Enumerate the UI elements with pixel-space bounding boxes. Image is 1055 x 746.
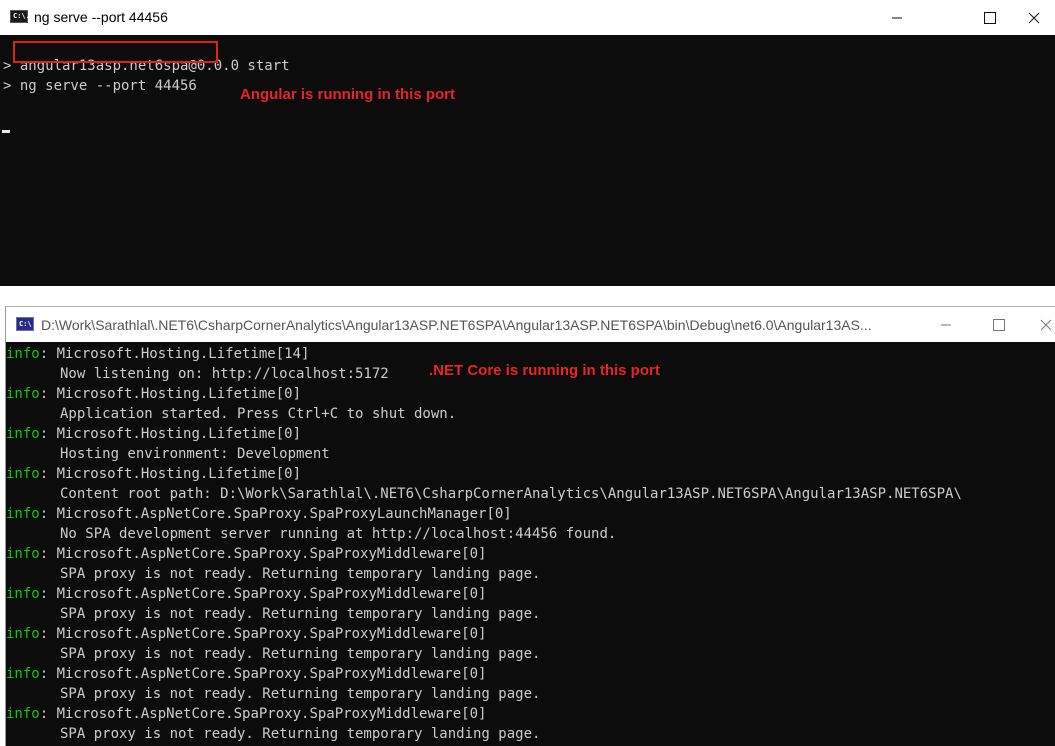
dotnet-icon-text: C:\ [19, 320, 32, 328]
log-separator: : [39, 466, 57, 482]
log-level: info [6, 586, 40, 602]
log-separator: : [39, 586, 57, 602]
maximize-icon [984, 11, 996, 24]
log-separator: : [39, 426, 57, 442]
log-source: Microsoft.AspNetCore.SpaProxy.SpaProxyMi… [56, 626, 487, 642]
log-entry-header: info: Microsoft.Hosting.Lifetime[0] [6, 424, 301, 444]
window-title: ng serve --port 44456 [34, 9, 168, 25]
log-source: Microsoft.Hosting.Lifetime[0] [56, 386, 302, 402]
log-entry-header: info: Microsoft.AspNetCore.SpaProxy.SpaP… [6, 664, 486, 684]
minimize-icon [941, 324, 951, 325]
log-entry-header: info: Microsoft.AspNetCore.SpaProxy.SpaP… [6, 624, 486, 644]
log-separator: : [39, 546, 57, 562]
terminal-cursor [2, 130, 10, 133]
log-level: info [6, 706, 40, 722]
log-message: Hosting environment: Development [60, 446, 330, 462]
log-message: No SPA development server running at htt… [60, 526, 617, 542]
log-source: Microsoft.AspNetCore.SpaProxy.SpaProxyMi… [56, 546, 487, 562]
window-title: D:\Work\Sarathlal\.NET6\CsharpCornerAnal… [41, 317, 872, 333]
log-source: Microsoft.AspNetCore.SpaProxy.SpaProxyMi… [56, 586, 487, 602]
log-separator: : [39, 346, 57, 362]
maximize-button[interactable] [967, 0, 1013, 35]
log-separator: : [39, 626, 57, 642]
log-message: Application started. Press Ctrl+C to shu… [60, 406, 457, 422]
log-source: Microsoft.Hosting.Lifetime[0] [56, 466, 302, 482]
log-separator: : [39, 706, 57, 722]
log-entry-header: info: Microsoft.Hosting.Lifetime[14] [6, 344, 309, 364]
dotnet-terminal-output[interactable]: info: Microsoft.Hosting.Lifetime[14] Now … [6, 344, 1055, 746]
log-message: Content root path: D:\Work\Sarathlal\.NE… [60, 486, 962, 502]
minimize-icon [892, 17, 902, 18]
log-source: Microsoft.AspNetCore.SpaProxy.SpaProxyLa… [56, 506, 512, 522]
cmd-icon: C:\. [10, 10, 30, 23]
log-message: Now listening on: http://localhost:5172 [60, 366, 389, 382]
log-entry-header: info: Microsoft.AspNetCore.SpaProxy.SpaP… [6, 504, 512, 524]
log-separator: : [39, 386, 57, 402]
log-source: Microsoft.AspNetCore.SpaProxy.SpaProxyMi… [56, 666, 487, 682]
angular-port-annotation: Angular is running in this port [240, 86, 455, 103]
ng-serve-titlebar[interactable]: C:\. ng serve --port 44456 [0, 0, 1055, 35]
port-highlight-box [13, 41, 218, 63]
close-icon [1028, 12, 1040, 23]
log-level: info [6, 346, 40, 362]
minimize-button[interactable] [874, 0, 920, 35]
dotnet-console-icon: C:\ [16, 317, 34, 331]
maximize-button[interactable] [976, 307, 1022, 342]
log-entry-header: info: Microsoft.Hosting.Lifetime[0] [6, 464, 301, 484]
log-message: SPA proxy is not ready. Returning tempor… [60, 686, 541, 702]
log-entry-header: info: Microsoft.AspNetCore.SpaProxy.SpaP… [6, 704, 486, 724]
log-message: SPA proxy is not ready. Returning tempor… [60, 566, 541, 582]
log-message: SPA proxy is not ready. Returning tempor… [60, 606, 541, 622]
log-entry-header: info: Microsoft.AspNetCore.SpaProxy.SpaP… [6, 584, 486, 604]
log-entry-header: info: Microsoft.Hosting.Lifetime[0] [6, 384, 301, 404]
ng-serve-console-window: C:\. ng serve --port 44456 > angular13as… [0, 0, 1055, 286]
close-button[interactable] [1013, 0, 1055, 35]
cmd-icon-text: C:\. [13, 12, 30, 20]
close-icon [1040, 319, 1052, 330]
log-level: info [6, 546, 40, 562]
close-button[interactable] [1036, 307, 1055, 342]
terminal-line: > ng serve --port 44456 [3, 78, 197, 94]
log-separator: : [39, 506, 57, 522]
dotnet-titlebar[interactable]: C:\ D:\Work\Sarathlal\.NET6\CsharpCorner… [6, 307, 1055, 342]
log-level: info [6, 466, 40, 482]
log-separator: : [39, 666, 57, 682]
log-level: info [6, 386, 40, 402]
log-level: info [6, 506, 40, 522]
log-level: info [6, 666, 40, 682]
minimize-button[interactable] [923, 307, 969, 342]
ng-serve-terminal-output[interactable]: > angular13asp.net6spa@0.0.0 start > ng … [0, 35, 1055, 286]
dotnet-console-window: C:\ D:\Work\Sarathlal\.NET6\CsharpCorner… [5, 306, 1055, 746]
log-level: info [6, 426, 40, 442]
dotnet-port-annotation: .NET Core is running in this port [429, 362, 660, 379]
log-message: SPA proxy is not ready. Returning tempor… [60, 646, 541, 662]
maximize-icon [993, 318, 1005, 331]
log-entry-header: info: Microsoft.AspNetCore.SpaProxy.SpaP… [6, 544, 486, 564]
log-source: Microsoft.Hosting.Lifetime[0] [56, 426, 302, 442]
log-level: info [6, 626, 40, 642]
log-message: SPA proxy is not ready. Returning tempor… [60, 726, 541, 742]
log-source: Microsoft.Hosting.Lifetime[14] [56, 346, 310, 362]
log-source: Microsoft.AspNetCore.SpaProxy.SpaProxyMi… [56, 706, 487, 722]
